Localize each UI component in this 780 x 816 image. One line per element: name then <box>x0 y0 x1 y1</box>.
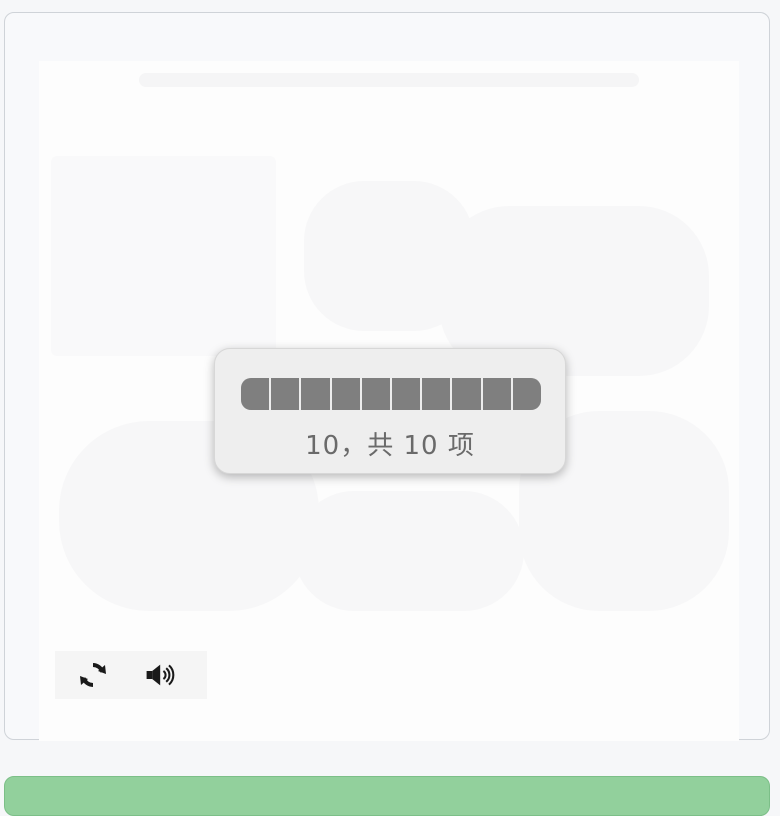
audio-button[interactable] <box>145 659 177 691</box>
progress-segment <box>301 378 332 410</box>
progress-segment <box>331 378 362 410</box>
progress-popup: 10，共 10 项 <box>214 348 566 474</box>
progress-segment <box>512 378 541 410</box>
faded-instruction-text <box>139 73 639 87</box>
refresh-icon <box>80 663 106 687</box>
faded-image-tile <box>294 491 524 611</box>
captcha-controls <box>55 651 207 699</box>
progress-segment <box>422 378 453 410</box>
progress-bar <box>241 378 541 410</box>
refresh-button[interactable] <box>77 659 109 691</box>
progress-segment <box>271 378 302 410</box>
progress-segment <box>241 378 272 410</box>
submit-bar[interactable] <box>4 776 770 816</box>
progress-label: 10，共 10 项 <box>305 431 475 461</box>
progress-segment <box>452 378 483 410</box>
speaker-icon <box>146 664 175 686</box>
progress-segment <box>361 378 393 410</box>
progress-segment <box>392 378 423 410</box>
progress-segment <box>482 378 513 410</box>
faded-image-tile <box>51 156 276 356</box>
